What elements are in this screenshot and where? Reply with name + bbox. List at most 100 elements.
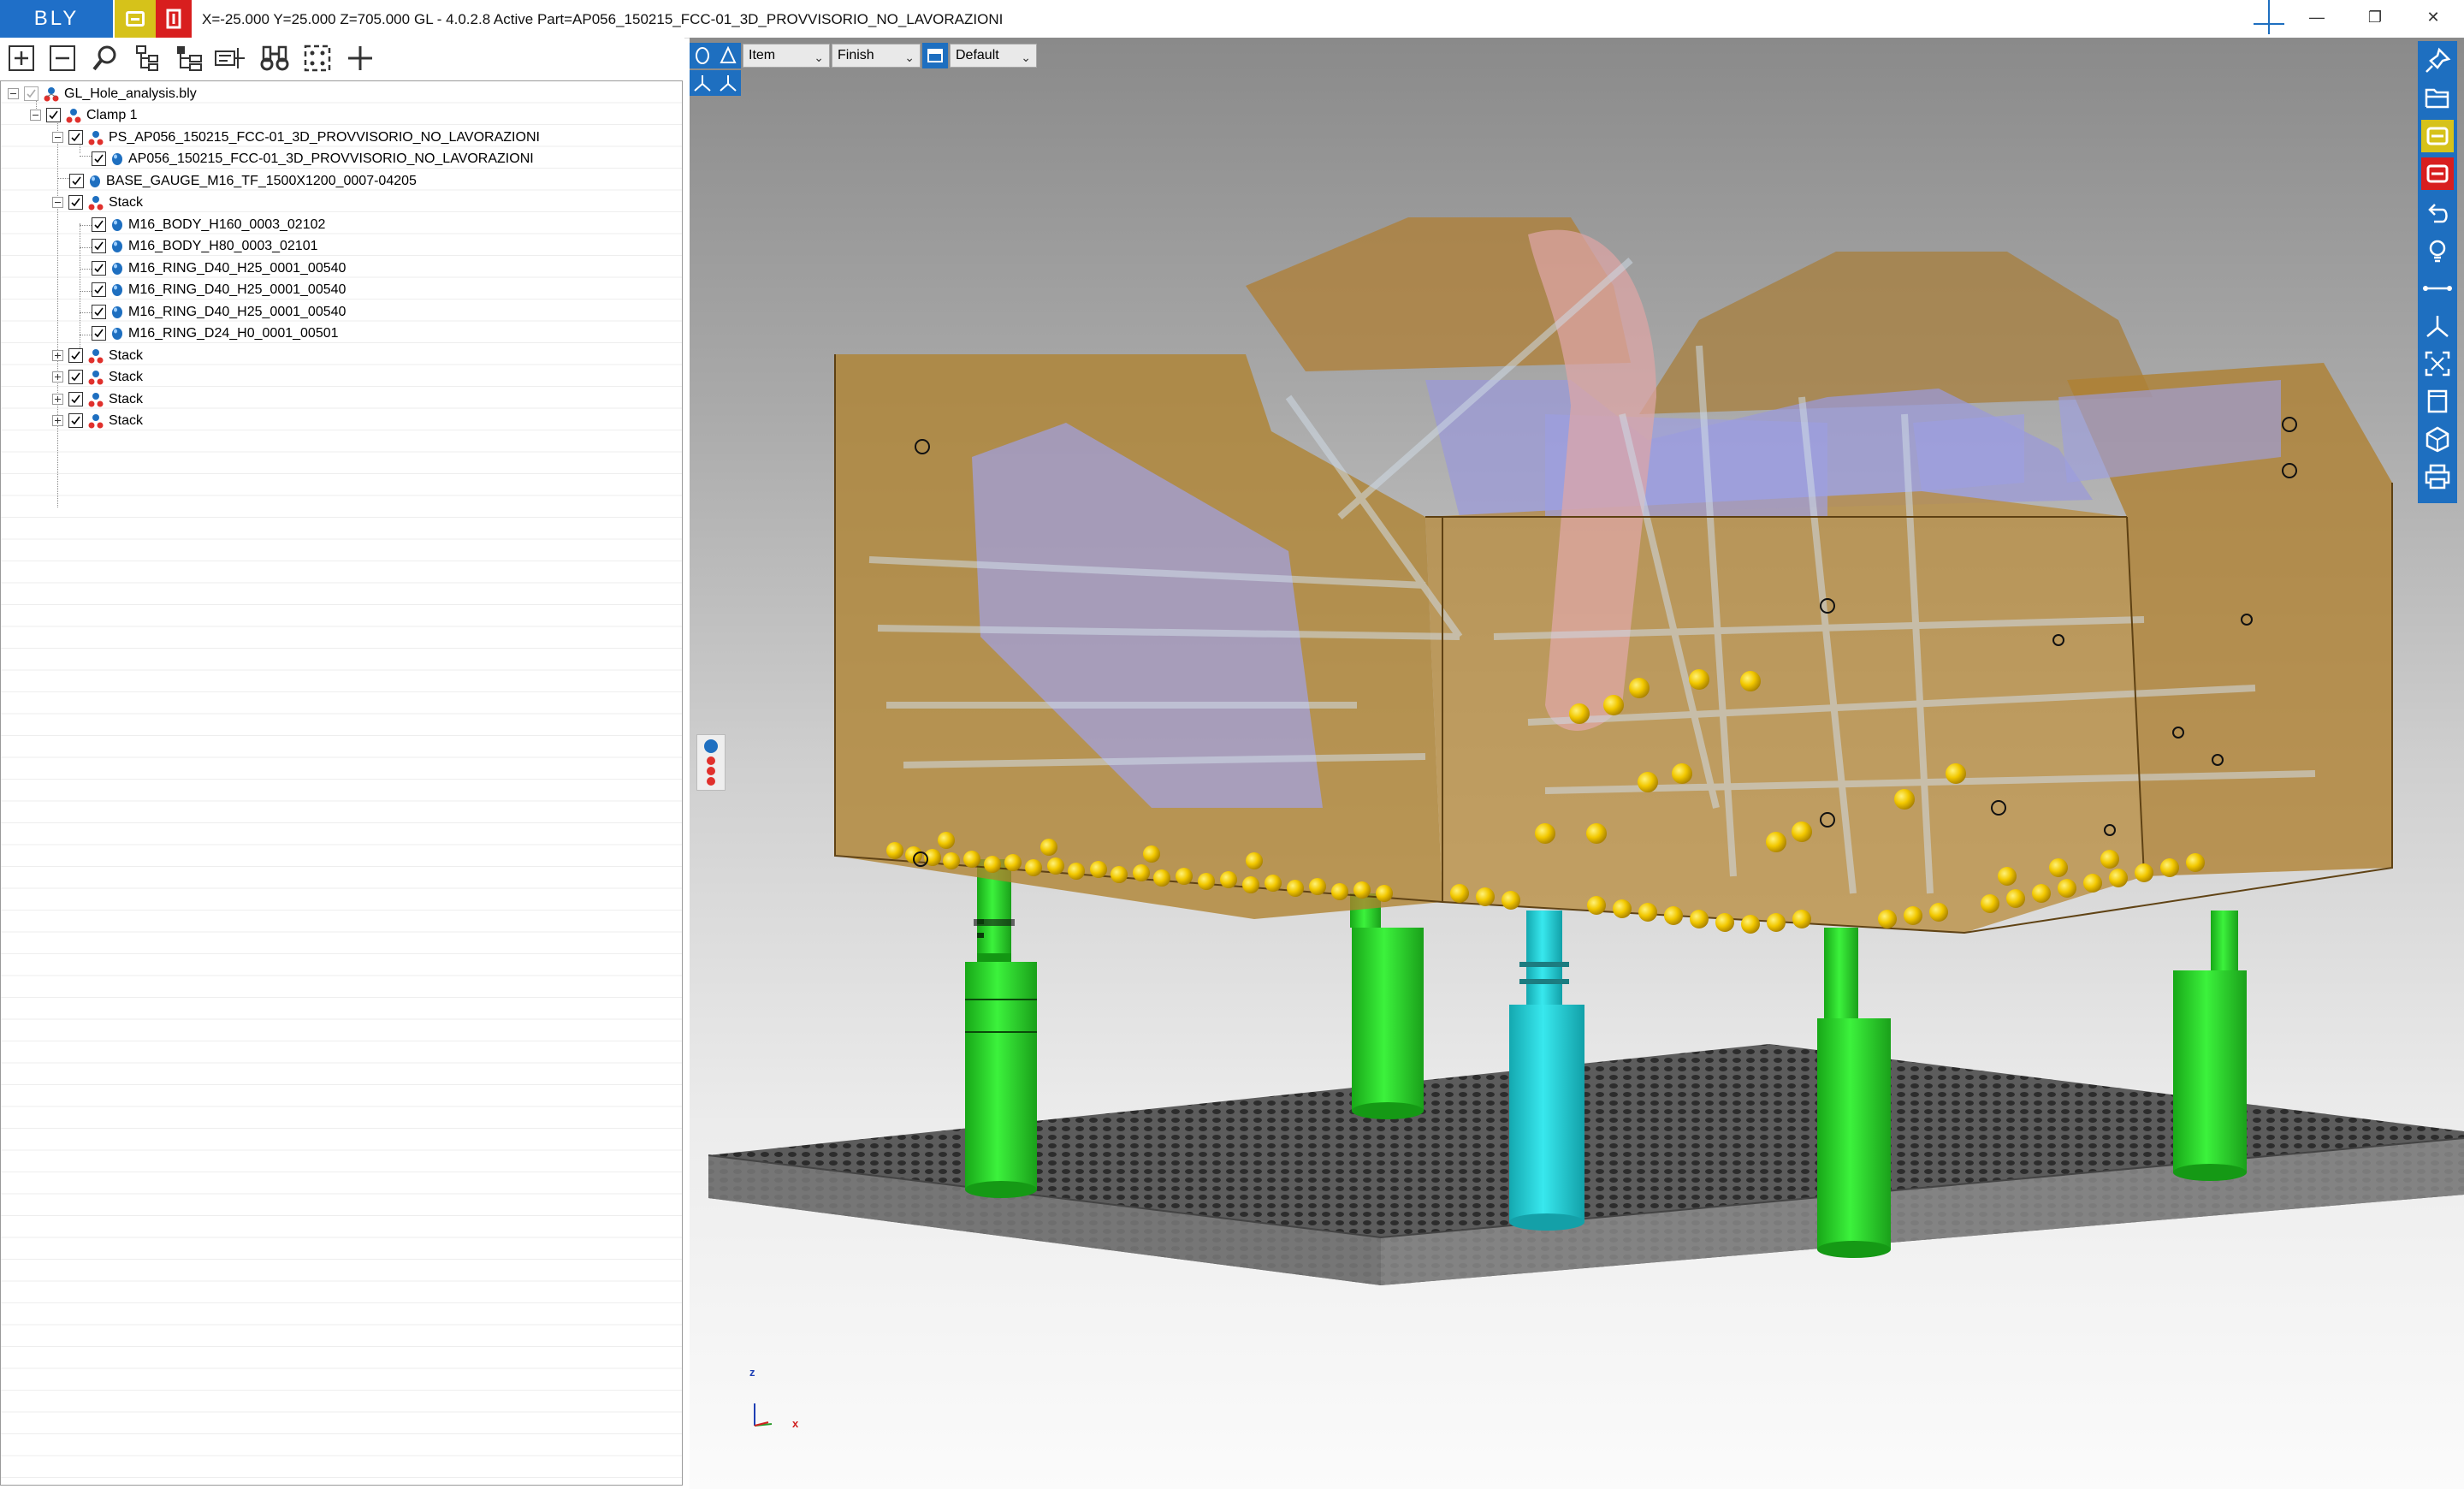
stack-icon	[88, 392, 104, 407]
yellow-module-button[interactable]	[115, 0, 156, 38]
red-module-button[interactable]	[156, 0, 192, 38]
3d-viewport[interactable]: z x Item ⌄ Finish ⌄ Default ⌄	[690, 38, 2464, 1489]
visibility-checkbox[interactable]	[92, 151, 106, 166]
support-column-2	[1350, 893, 1424, 1119]
part-icon	[111, 218, 123, 232]
part-icon	[111, 152, 123, 166]
tree-node-stack[interactable]: Stack	[52, 410, 143, 431]
collapse-icon[interactable]	[8, 88, 19, 99]
light-button[interactable]	[2421, 234, 2454, 267]
explode-view-button[interactable]	[715, 70, 741, 96]
restore-button[interactable]: ❐	[2348, 0, 2402, 34]
expand-all-button[interactable]	[5, 42, 38, 74]
fit-selection-button[interactable]	[301, 42, 334, 74]
restore-icon: ❐	[2367, 8, 2383, 26]
tree-node-part-set[interactable]: PS_AP056_150215_FCC-01_3D_PROVVISORIO_NO…	[52, 127, 540, 148]
visibility-checkbox[interactable]	[68, 392, 83, 406]
minimize-button[interactable]: —	[2289, 0, 2344, 34]
visibility-checkbox[interactable]	[24, 86, 38, 101]
tree-node-part[interactable]: M16_RING_D40_H25_0001_00540	[92, 301, 346, 323]
tree-node-clamp[interactable]: Clamp 1	[30, 104, 138, 126]
expand-icon[interactable]	[52, 371, 63, 383]
tree-node-stack[interactable]: Stack	[52, 192, 143, 213]
tree-node-label: M16_RING_D40_H25_0001_00540	[128, 304, 346, 319]
view-iso-button[interactable]	[2421, 423, 2454, 455]
tree-node-part[interactable]: M16_RING_D24_H0_0001_00501	[92, 323, 339, 344]
visibility-checkbox[interactable]	[68, 195, 83, 210]
tree-node-label: AP056_150215_FCC-01_3D_PROVVISORIO_NO_LA…	[128, 151, 534, 166]
close-button[interactable]: ✕	[2406, 0, 2461, 34]
chevron-down-icon: ⌄	[1021, 50, 1031, 64]
wireframe-mode-button[interactable]	[715, 43, 741, 68]
visibility-checkbox[interactable]	[68, 348, 83, 363]
collapse-icon[interactable]	[30, 110, 41, 121]
visibility-checkbox[interactable]	[68, 130, 83, 145]
collapse-icon[interactable]	[52, 132, 63, 143]
visibility-checkbox[interactable]	[68, 370, 83, 384]
shade-mode-button[interactable]	[690, 43, 715, 68]
view-iso-icon	[2426, 426, 2449, 453]
pin-button[interactable]	[2421, 44, 2454, 77]
hierarchy-button[interactable]	[173, 42, 205, 74]
expand-icon[interactable]	[52, 415, 63, 426]
view-front-button[interactable]	[2421, 385, 2454, 418]
tree-node-part[interactable]: M16_BODY_H160_0003_02102	[92, 214, 325, 235]
tree-node-stack[interactable]: Stack	[52, 366, 143, 388]
find-binoculars-button[interactable]	[258, 42, 291, 74]
axis-label-z: z	[749, 1366, 755, 1379]
tree-structure-icon	[136, 45, 158, 71]
tree-structure-button[interactable]	[132, 42, 164, 74]
visibility-checkbox[interactable]	[92, 239, 106, 253]
tree-node-label: PS_AP056_150215_FCC-01_3D_PROVVISORIO_NO…	[109, 129, 540, 145]
support-column-cyan	[1509, 911, 1584, 1231]
fit-view-button[interactable]	[2421, 347, 2454, 380]
properties-button[interactable]	[214, 42, 246, 74]
axis-label-x: x	[792, 1417, 799, 1430]
collapse-all-button[interactable]	[46, 42, 79, 74]
tree-node-part[interactable]: M16_RING_D40_H25_0001_00540	[92, 258, 346, 279]
collapse-all-icon	[50, 45, 75, 71]
red-module-button[interactable]	[2421, 157, 2454, 190]
section-view-button[interactable]	[690, 70, 715, 96]
tree-connector	[57, 114, 58, 507]
visibility-checkbox[interactable]	[69, 174, 84, 188]
axis-button[interactable]	[2421, 310, 2454, 342]
visibility-checkbox[interactable]	[46, 108, 61, 122]
search-icon	[92, 45, 116, 71]
visibility-checkbox[interactable]	[92, 282, 106, 297]
stack-color-widget[interactable]	[696, 734, 726, 791]
visibility-checkbox[interactable]	[68, 413, 83, 428]
print-button[interactable]	[2421, 460, 2454, 493]
undo-button[interactable]	[2421, 197, 2454, 229]
part-icon	[111, 283, 123, 297]
expand-icon[interactable]	[52, 394, 63, 405]
tree-node-base-gauge[interactable]: BASE_GAUGE_M16_TF_1500X1200_0007-04205	[69, 170, 417, 192]
expand-icon[interactable]	[52, 350, 63, 361]
style-value: Default	[956, 48, 999, 62]
visibility-checkbox[interactable]	[92, 217, 106, 232]
open-folder-button[interactable]	[2421, 82, 2454, 115]
assembly-icon	[44, 86, 59, 102]
tree-node-stack[interactable]: Stack	[52, 389, 143, 410]
tree-node-part[interactable]: M16_RING_D40_H25_0001_00540	[92, 279, 346, 300]
tree-node-part[interactable]: M16_BODY_H80_0003_02101	[92, 235, 318, 257]
tree-node-label: Stack	[109, 347, 144, 363]
axis-triad	[754, 1403, 773, 1427]
mode-dropdown[interactable]: Finish ⌄	[832, 44, 921, 68]
tree-node-stack[interactable]: Stack	[52, 345, 143, 366]
collapse-icon[interactable]	[52, 197, 63, 208]
display-style-button[interactable]	[922, 43, 948, 68]
search-button[interactable]	[89, 42, 121, 74]
yellow-module-button[interactable]	[2421, 120, 2454, 152]
visibility-checkbox[interactable]	[92, 261, 106, 276]
tree-connector	[80, 269, 92, 270]
visibility-checkbox[interactable]	[92, 326, 106, 341]
visibility-checkbox[interactable]	[92, 305, 106, 319]
measure-button[interactable]	[2421, 272, 2454, 305]
yellow-module-icon	[2426, 127, 2449, 145]
add-button[interactable]	[344, 42, 376, 74]
filter-dropdown[interactable]: Item ⌄	[743, 44, 830, 68]
style-dropdown[interactable]: Default ⌄	[950, 44, 1037, 68]
tree-node-part[interactable]: AP056_150215_FCC-01_3D_PROVVISORIO_NO_LA…	[92, 148, 534, 169]
tree-node-root[interactable]: GL_Hole_analysis.bly	[8, 83, 197, 104]
